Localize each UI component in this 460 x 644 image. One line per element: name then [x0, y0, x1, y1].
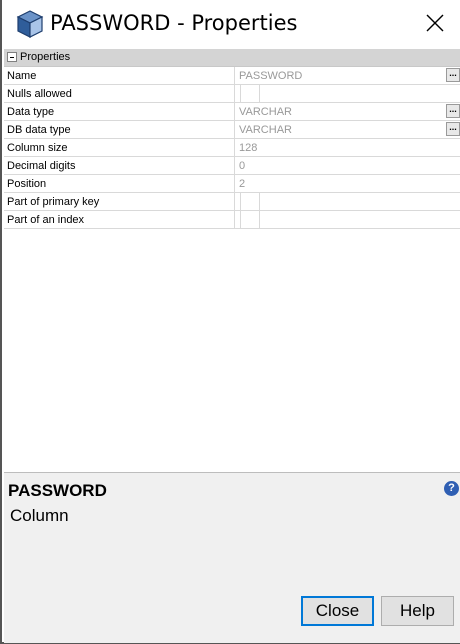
- property-value: VARCHAR: [239, 124, 292, 136]
- help-icon[interactable]: ?: [444, 481, 459, 496]
- collapse-toggle-icon[interactable]: [7, 52, 17, 62]
- property-label: Data type: [7, 106, 55, 118]
- property-row-data-type[interactable]: Data type VARCHAR ...: [4, 103, 460, 121]
- property-row-name[interactable]: Name PASSWORD ...: [4, 67, 460, 85]
- column-divider: [234, 175, 235, 192]
- primary-key-checkbox[interactable]: [240, 193, 260, 210]
- index-checkbox[interactable]: [240, 211, 260, 228]
- column-divider: [234, 121, 235, 138]
- property-row-position[interactable]: Position 2: [4, 175, 460, 193]
- column-divider: [234, 85, 235, 102]
- column-divider: [234, 103, 235, 120]
- column-divider: [234, 211, 235, 228]
- property-value: VARCHAR: [239, 106, 292, 118]
- title-bar: PASSWORD - Properties: [2, 0, 460, 48]
- column-divider: [234, 157, 235, 174]
- property-value: 128: [239, 142, 258, 154]
- property-value: PASSWORD: [239, 70, 303, 82]
- help-button[interactable]: Help: [381, 596, 454, 626]
- property-row-decimal-digits[interactable]: Decimal digits 0: [4, 157, 460, 175]
- ellipsis-button[interactable]: ...: [446, 122, 460, 136]
- nulls-allowed-checkbox[interactable]: [240, 85, 260, 102]
- properties-window: PASSWORD - Properties Properties Name PA…: [0, 0, 460, 644]
- ellipsis-button[interactable]: ...: [446, 104, 460, 118]
- selected-object-name: PASSWORD: [8, 481, 107, 500]
- column-divider: [234, 193, 235, 210]
- column-divider: [234, 139, 235, 156]
- property-label: Nulls allowed: [7, 88, 72, 100]
- selected-object-type: Column: [10, 506, 69, 525]
- property-row-column-size[interactable]: Column size 128: [4, 139, 460, 157]
- property-label: Decimal digits: [7, 160, 76, 172]
- property-label: DB data type: [7, 124, 71, 136]
- window-title: PASSWORD - Properties: [50, 11, 298, 35]
- column-cube-icon: [16, 10, 44, 38]
- property-label: Part of an index: [7, 214, 85, 226]
- close-window-icon[interactable]: [424, 12, 446, 34]
- close-button[interactable]: Close: [301, 596, 374, 626]
- property-value: 2: [239, 178, 246, 190]
- property-row-part-of-primary-key[interactable]: Part of primary key: [4, 193, 460, 211]
- property-label: Name: [7, 70, 37, 82]
- property-label: Part of primary key: [7, 196, 100, 208]
- column-divider: [234, 67, 235, 84]
- property-value: 0: [239, 160, 246, 172]
- property-row-db-data-type[interactable]: DB data type VARCHAR ...: [4, 121, 460, 139]
- property-row-nulls-allowed[interactable]: Nulls allowed: [4, 85, 460, 103]
- property-label: Column size: [7, 142, 68, 154]
- property-label: Position: [7, 178, 47, 190]
- section-title: Properties: [20, 51, 71, 63]
- ellipsis-button[interactable]: ...: [446, 68, 460, 82]
- property-grid: Properties Name PASSWORD ... Nulls allow…: [4, 49, 460, 471]
- section-header-properties[interactable]: Properties: [4, 49, 460, 67]
- property-row-part-of-an-index[interactable]: Part of an index: [4, 211, 460, 229]
